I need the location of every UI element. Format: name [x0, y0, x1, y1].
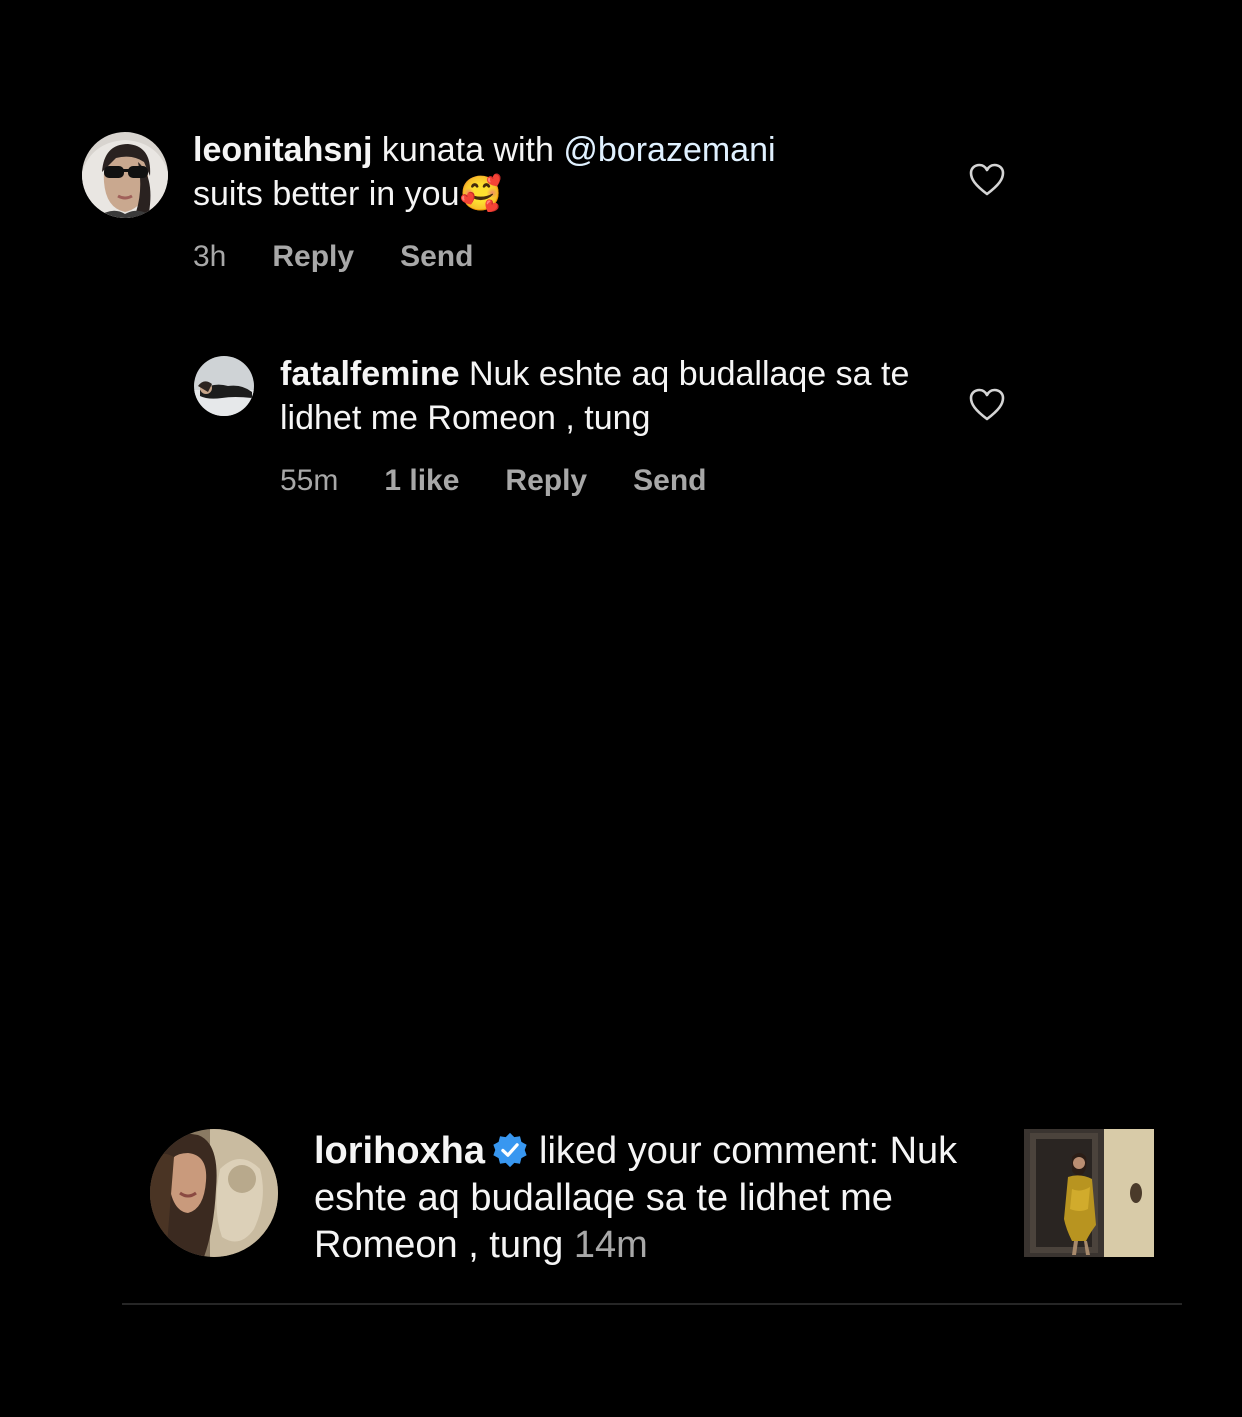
send-button[interactable]: Send — [633, 463, 706, 499]
reply-meta: 55m 1 like Reply Send — [280, 463, 706, 499]
notification-action: liked your comment: — [539, 1130, 880, 1172]
mention-link[interactable]: @borazemani — [563, 131, 775, 169]
avatar[interactable] — [150, 1129, 278, 1257]
reply-text: fatalfemine Nuk eshte aq budallaqe sa te… — [280, 352, 930, 440]
comment-text: leonitahsnj kunata with @borazemani suit… — [193, 128, 913, 216]
emoji-smiling-hearts: 🥰 — [459, 174, 502, 214]
notification-text: lorihoxha liked your comment: Nuk eshte … — [314, 1128, 1004, 1269]
comment-timestamp: 3h — [193, 240, 227, 273]
notification-timestamp: 14m — [573, 1224, 648, 1266]
send-button[interactable]: Send — [400, 239, 473, 275]
heart-outline-icon[interactable] — [969, 388, 1005, 422]
avatar[interactable] — [194, 356, 254, 416]
heart-outline-icon[interactable] — [969, 163, 1005, 197]
likes-count[interactable]: 1 like — [384, 463, 459, 499]
reply-username[interactable]: fatalfemine — [280, 355, 460, 393]
comment-body-continued: suits better in you — [193, 175, 460, 213]
verified-badge-icon — [491, 1131, 529, 1169]
reply-button[interactable]: Reply — [272, 239, 354, 275]
notification-username[interactable]: lorihoxha — [314, 1130, 485, 1172]
comment-username[interactable]: leonitahsnj — [193, 131, 372, 169]
reply-timestamp: 55m — [280, 464, 339, 497]
avatar[interactable] — [82, 132, 168, 218]
divider — [122, 1303, 1182, 1305]
comment-body: kunata with — [381, 131, 554, 169]
comment-meta: 3h Reply Send — [193, 239, 473, 275]
post-thumbnail[interactable] — [1024, 1129, 1154, 1257]
reply-button[interactable]: Reply — [505, 463, 587, 499]
